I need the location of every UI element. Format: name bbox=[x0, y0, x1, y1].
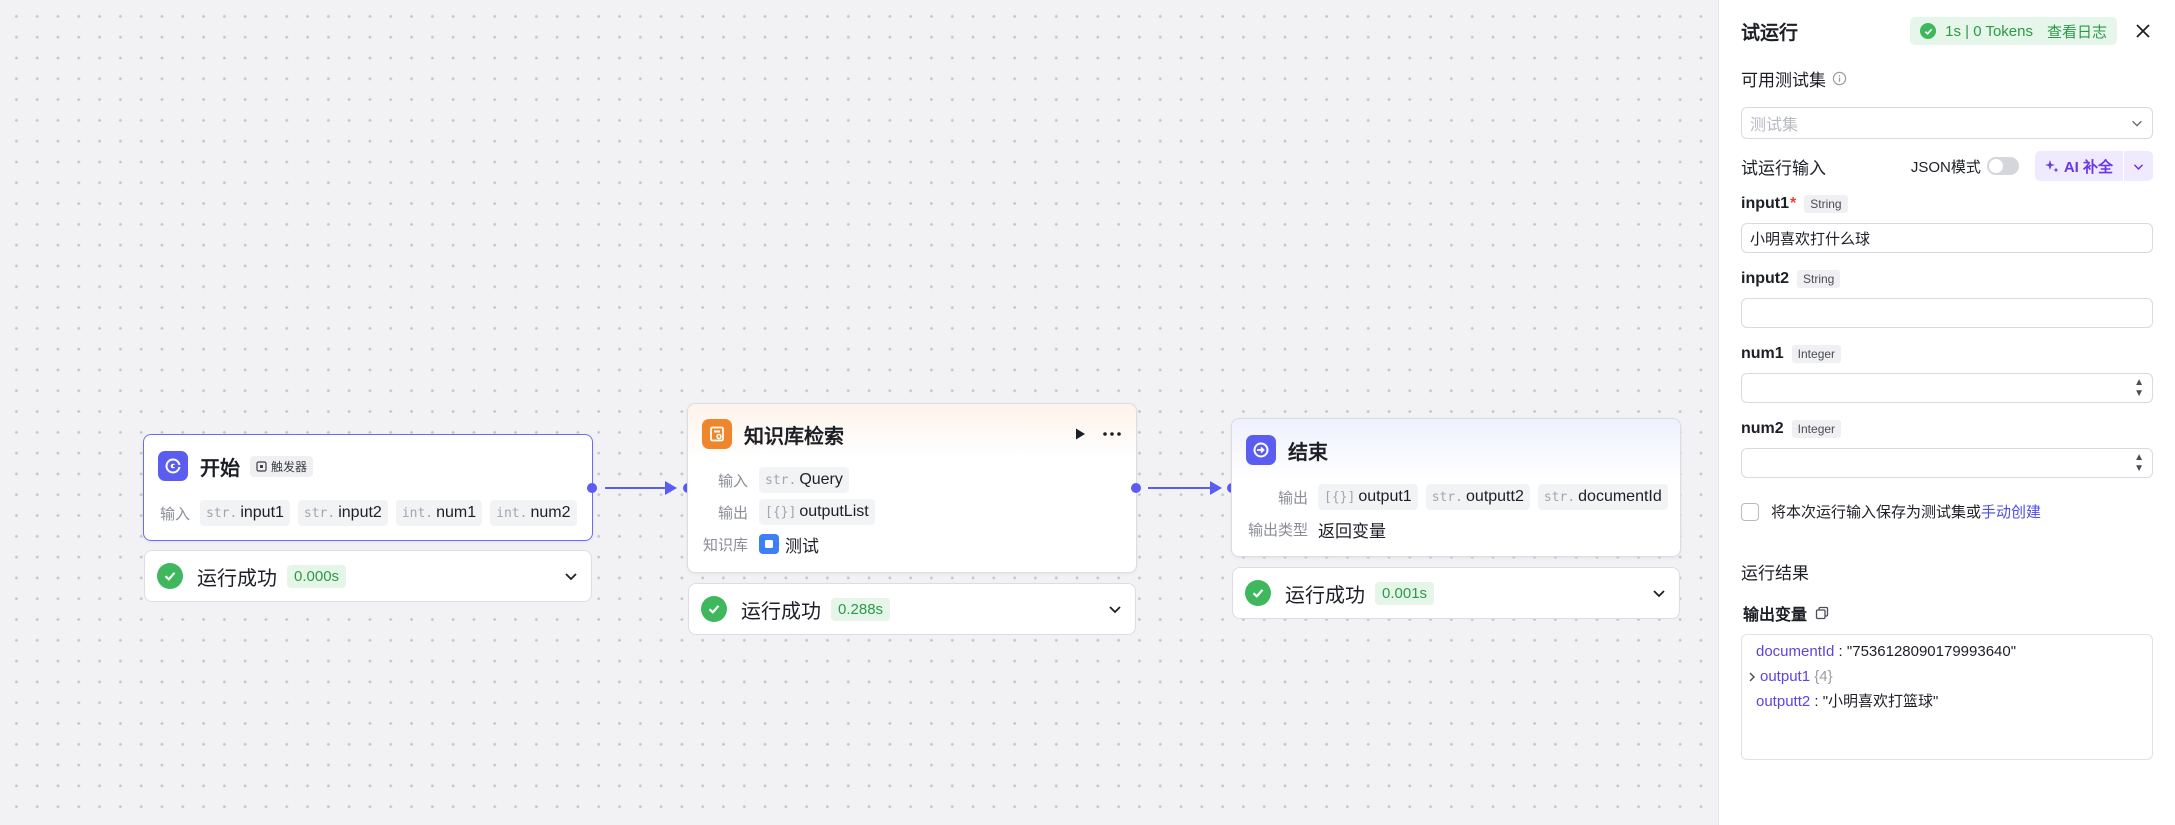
input-label: 输入 bbox=[718, 472, 749, 490]
save-testset-checkbox[interactable] bbox=[1741, 502, 1759, 521]
input-chip: int. num1 bbox=[395, 500, 483, 526]
output-vars-label: 输出变量 bbox=[1743, 607, 1808, 624]
copy-icon[interactable] bbox=[1815, 606, 1829, 620]
input1-field[interactable]: 小明喜欢打什么球 bbox=[1741, 223, 2153, 253]
edge-start-to-kb bbox=[605, 487, 670, 489]
result-json-viewer[interactable]: documentId : "7536128090179993640" outpu… bbox=[1741, 634, 2153, 760]
run-result-title: 运行结果 bbox=[1741, 564, 1809, 583]
close-icon[interactable] bbox=[2135, 23, 2151, 39]
stepper-arrows[interactable]: ▲ ▼ bbox=[2134, 377, 2144, 399]
type-tag: String bbox=[1804, 195, 1848, 213]
check-icon bbox=[1920, 23, 1937, 39]
knowledge-retrieval-node[interactable]: 知识库检索 输入 str. Query 输出 [{}] outputList 知识库… bbox=[687, 403, 1137, 573]
trigger-tag: 触发器 bbox=[250, 455, 314, 477]
more-icon[interactable] bbox=[1102, 426, 1122, 442]
status-text: 运行成功 bbox=[197, 567, 277, 590]
testset-label: 可用测试集 bbox=[1741, 70, 1826, 90]
output-label: 输出 bbox=[718, 504, 749, 522]
check-icon bbox=[701, 596, 727, 622]
sparkle-icon bbox=[2044, 160, 2059, 173]
kb-status-card[interactable]: 运行成功 0.288s bbox=[688, 583, 1136, 635]
status-time: 0.001s bbox=[1375, 581, 1435, 605]
end-node-title: 结束 bbox=[1288, 441, 1328, 464]
output-chip: str. outputt2 bbox=[1425, 484, 1530, 510]
save-testset-text: 将本次运行输入保存为测试集或 bbox=[1771, 504, 1982, 521]
type-tag: String bbox=[1797, 270, 1841, 288]
end-icon bbox=[1246, 435, 1276, 465]
json-mode-toggle[interactable] bbox=[1986, 157, 2019, 175]
num2-stepper[interactable]: ▲ ▼ bbox=[1741, 448, 2153, 478]
kb-value: 测试 bbox=[785, 536, 819, 556]
knowledge-base-icon bbox=[702, 419, 732, 449]
trigger-icon bbox=[256, 460, 267, 472]
edge-arrow bbox=[1210, 481, 1222, 495]
end-node[interactable]: 结束 输出 [{}] output1 str. outputt2 str. docum… bbox=[1231, 418, 1681, 557]
info-icon[interactable] bbox=[1832, 71, 1847, 86]
start-node-title: 开始 bbox=[200, 457, 240, 480]
json-row[interactable]: output1 {4} bbox=[1749, 664, 2142, 689]
start-node[interactable]: 开始 触发器 输入 str. input1 str. input2 int. num1… bbox=[143, 434, 593, 541]
workflow-canvas[interactable]: 开始 触发器 输入 str. input1 str. input2 int. num1… bbox=[0, 0, 1718, 825]
num1-stepper[interactable]: ▲ ▼ bbox=[1741, 373, 2153, 403]
input-label: 输入 bbox=[160, 505, 191, 523]
json-row: outputt2 : "小明喜欢打篮球" bbox=[1756, 693, 1939, 710]
output-type-value: 返回变量 bbox=[1318, 521, 1386, 541]
status-time: 0.000s bbox=[287, 564, 347, 588]
field-num1-label: num1 Integer bbox=[1741, 342, 2153, 366]
start-status-card[interactable]: 运行成功 0.000s bbox=[144, 550, 592, 602]
input2-field[interactable] bbox=[1741, 298, 2153, 328]
status-text: 运行成功 bbox=[1285, 584, 1365, 607]
output-chip: [{}] output1 bbox=[1318, 484, 1418, 510]
edge-kb-to-end bbox=[1148, 487, 1215, 489]
run-input-label: 试运行输入 bbox=[1741, 158, 1826, 178]
output-type-label: 输出类型 bbox=[1248, 521, 1309, 539]
status-time: 0.288s bbox=[831, 597, 891, 621]
edge-arrow bbox=[665, 481, 677, 495]
stepper-arrows[interactable]: ▲ ▼ bbox=[2134, 452, 2144, 474]
output-label: 输出 bbox=[1278, 489, 1309, 507]
kb-output-port[interactable] bbox=[1131, 483, 1141, 493]
output-chip: str. documentId bbox=[1537, 484, 1668, 510]
play-icon[interactable] bbox=[1072, 426, 1088, 442]
input-chip: int. num2 bbox=[490, 500, 577, 526]
testset-placeholder: 测试集 bbox=[1750, 117, 1799, 134]
output-chip: [{}] outputList bbox=[759, 499, 875, 525]
type-tag: Integer bbox=[1791, 420, 1842, 438]
view-log-link[interactable]: 查看日志 bbox=[2047, 21, 2107, 42]
chevron-down-icon[interactable] bbox=[563, 568, 579, 584]
field-input2-label: input2 String bbox=[1741, 267, 2153, 291]
input1-value: 小明喜欢打什么球 bbox=[1750, 230, 1871, 248]
run-stats: 1s | 0 Tokens bbox=[1945, 22, 2033, 40]
test-run-panel: 试运行 1s | 0 Tokens 查看日志 可用测试集 测试集 试运行输入 J… bbox=[1718, 0, 2175, 825]
check-icon bbox=[1245, 580, 1271, 606]
field-num2-label: num2 Integer bbox=[1741, 417, 2153, 441]
json-mode-label: JSON模式 bbox=[1910, 158, 1981, 176]
input-chip: str. input2 bbox=[297, 500, 388, 526]
chevron-right-icon[interactable] bbox=[1748, 672, 1756, 682]
kb-node-title: 知识库检索 bbox=[744, 425, 844, 448]
run-status-badge: 1s | 0 Tokens 查看日志 bbox=[1910, 17, 2117, 45]
json-row: documentId : "7536128090179993640" bbox=[1756, 643, 2017, 660]
chevron-down-icon bbox=[2133, 163, 2144, 170]
end-status-card[interactable]: 运行成功 0.001s bbox=[1232, 567, 1680, 619]
chevron-down-icon bbox=[2132, 120, 2142, 127]
type-tag: Integer bbox=[1791, 345, 1842, 363]
status-text: 运行成功 bbox=[741, 600, 821, 623]
manual-create-link[interactable]: 手动创建 bbox=[1981, 501, 2041, 522]
chevron-down-icon[interactable] bbox=[1107, 601, 1123, 617]
chevron-down-icon[interactable] bbox=[1651, 585, 1667, 601]
panel-title: 试运行 bbox=[1741, 22, 1799, 44]
input-chip: str. Query bbox=[759, 467, 849, 493]
database-icon bbox=[759, 534, 779, 554]
field-input1-label: input1 * String bbox=[1741, 192, 2153, 216]
testset-select[interactable]: 测试集 bbox=[1741, 107, 2153, 139]
check-icon bbox=[157, 563, 183, 589]
kb-label: 知识库 bbox=[703, 536, 749, 554]
start-icon bbox=[158, 451, 188, 481]
ai-complete-button[interactable]: AI 补全 bbox=[2034, 151, 2123, 181]
ai-complete-dropdown[interactable] bbox=[2123, 151, 2153, 181]
input-chip: str. input1 bbox=[200, 500, 290, 526]
start-output-port[interactable] bbox=[587, 483, 597, 493]
